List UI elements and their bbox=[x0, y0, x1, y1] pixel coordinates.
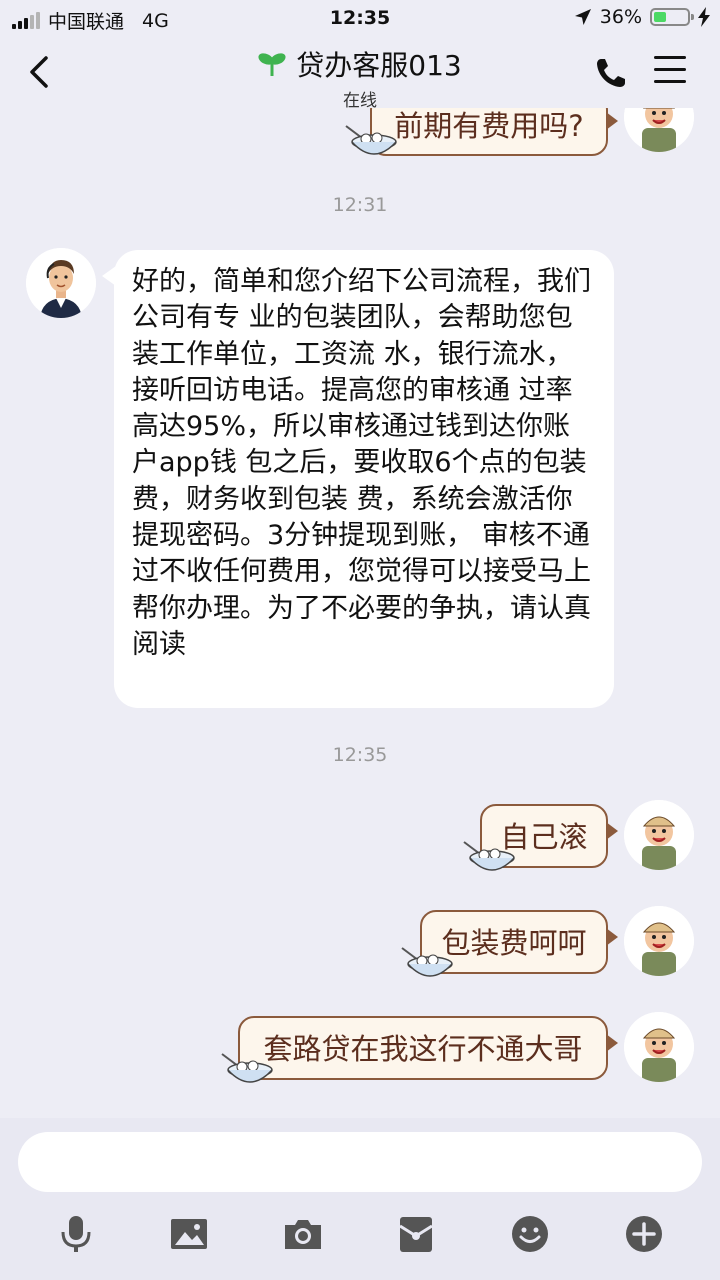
message-text: 套路贷在我这行不通大哥 bbox=[263, 1032, 583, 1066]
bowl-sticker-icon bbox=[463, 841, 515, 871]
chat-area[interactable]: 前期有费用吗? 12:31 好的，简单和您介绍下公司流程，我们公司有专 业的包装… bbox=[0, 108, 720, 1118]
image-icon[interactable] bbox=[169, 1214, 209, 1254]
message-text: 好的，简单和您介绍下公司流程，我们公司有专 业的包装团队，会帮助您包装工作单位，… bbox=[132, 266, 591, 660]
nav-bar: 贷办客服013 在线 bbox=[0, 36, 720, 111]
battery-icon bbox=[650, 8, 694, 26]
phone-icon[interactable] bbox=[594, 56, 628, 90]
status-bar: 中国联通 4G 12:35 36% bbox=[0, 0, 720, 36]
bowl-sticker-icon bbox=[221, 1053, 273, 1083]
message-text: 前期有费用吗? bbox=[394, 109, 584, 143]
agent-avatar[interactable] bbox=[26, 248, 96, 318]
message-bubble-user[interactable]: 套路贷在我这行不通大哥 bbox=[238, 1016, 618, 1080]
bowl-sticker-icon bbox=[345, 125, 397, 155]
message-text: 包装费呵呵 bbox=[441, 926, 587, 960]
location-icon bbox=[574, 9, 591, 25]
camera-icon[interactable] bbox=[283, 1214, 323, 1254]
user-avatar[interactable] bbox=[624, 906, 694, 976]
user-avatar[interactable] bbox=[624, 1012, 694, 1082]
leaf-icon bbox=[258, 53, 286, 76]
user-avatar[interactable] bbox=[624, 108, 694, 152]
timestamp: 12:35 bbox=[332, 744, 388, 766]
user-avatar[interactable] bbox=[624, 800, 694, 870]
bowl-sticker-icon bbox=[401, 947, 453, 977]
plus-icon[interactable] bbox=[624, 1214, 664, 1254]
message-input[interactable] bbox=[18, 1132, 702, 1192]
charging-icon bbox=[698, 7, 710, 27]
emoji-icon[interactable] bbox=[510, 1214, 550, 1254]
red-packet-icon[interactable] bbox=[396, 1214, 436, 1254]
message-bubble-user[interactable]: 前期有费用吗? bbox=[370, 108, 618, 156]
chat-title: 贷办客服013 bbox=[296, 49, 462, 82]
input-bar bbox=[0, 1118, 720, 1280]
battery-percent: 36% bbox=[599, 6, 642, 28]
menu-icon[interactable] bbox=[654, 56, 686, 84]
timestamp: 12:31 bbox=[332, 194, 388, 216]
message-bubble-agent[interactable]: 好的，简单和您介绍下公司流程，我们公司有专 业的包装团队，会帮助您包装工作单位，… bbox=[102, 250, 614, 708]
microphone-icon[interactable] bbox=[56, 1214, 96, 1254]
